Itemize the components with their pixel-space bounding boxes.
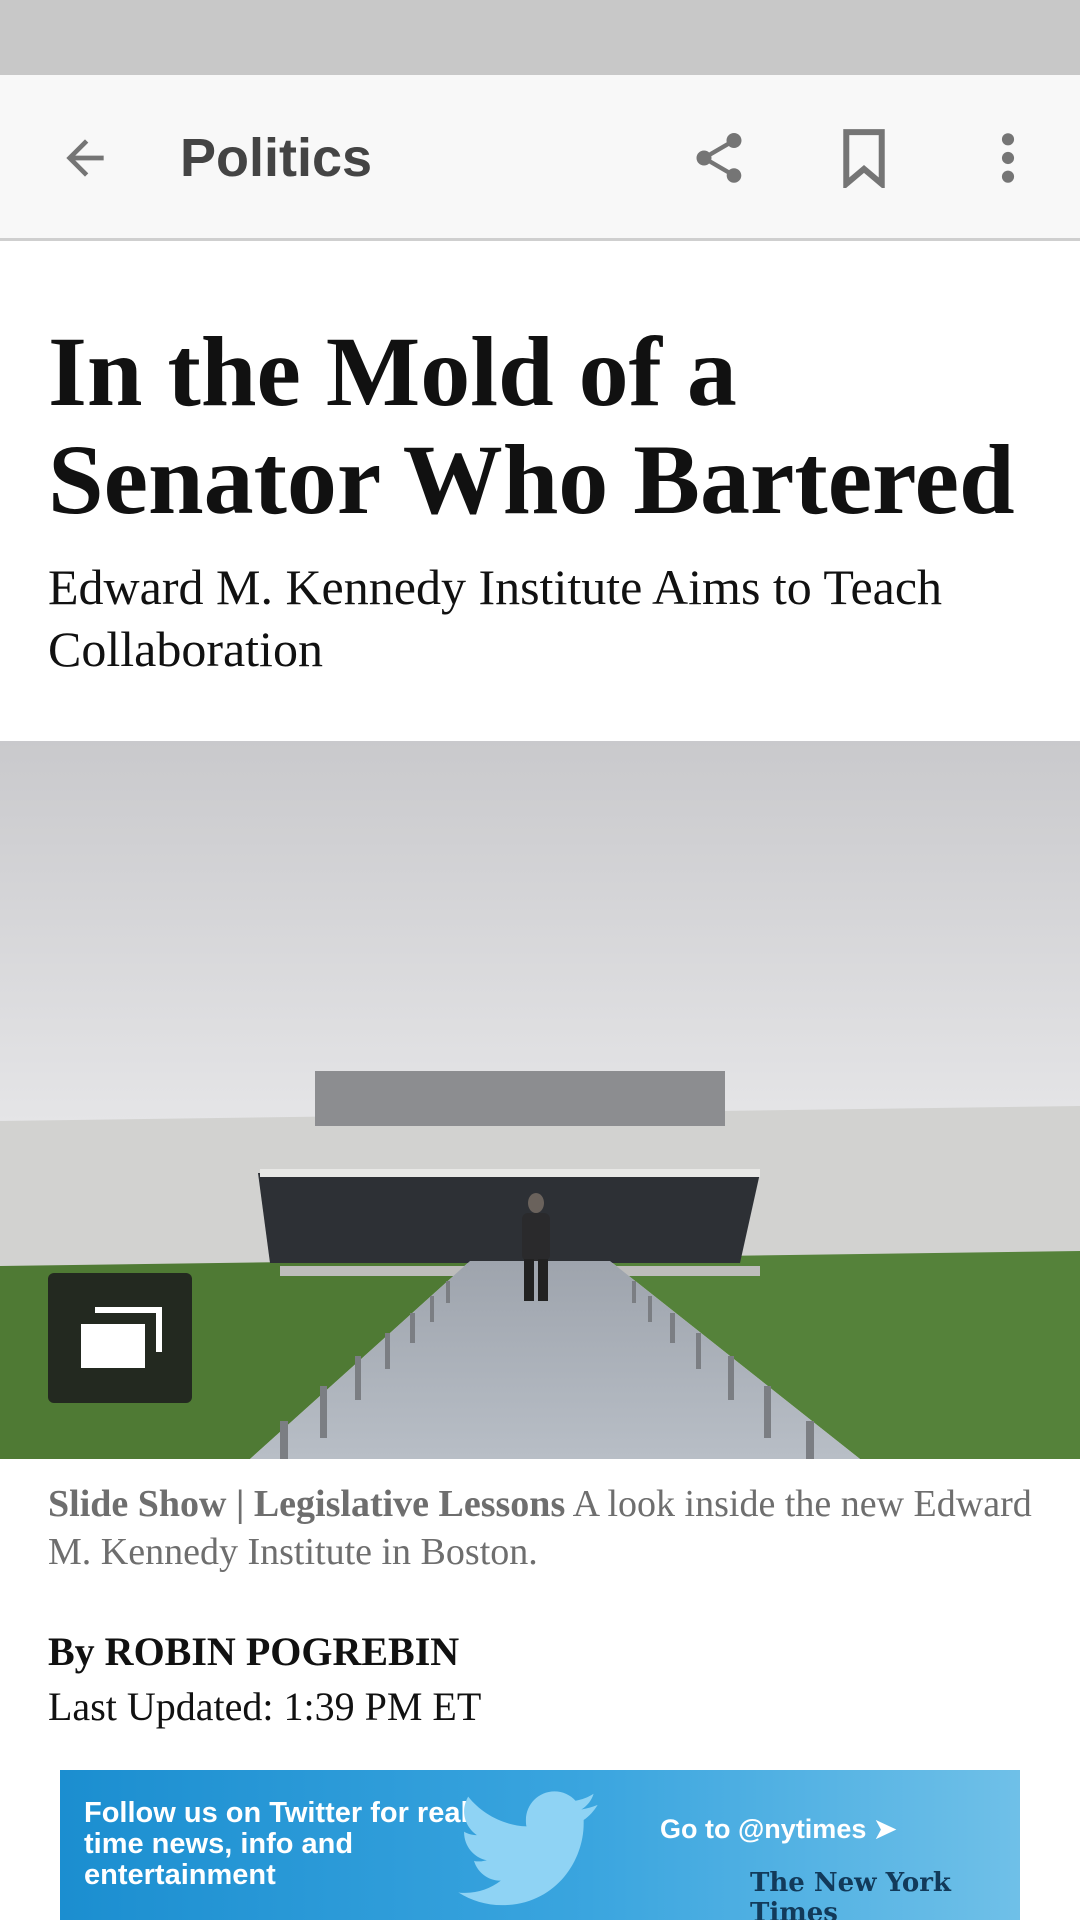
article-headline: In the Mold of a Senator Who Bartered [48,316,1015,535]
twitter-bird-icon [458,1791,598,1906]
twitter-ad-banner[interactable]: Follow us on Twitter for real-time news,… [60,1770,1020,1920]
caption-label[interactable]: Slide Show | Legislative Lessons [48,1483,565,1525]
more-options-button[interactable] [953,75,1063,241]
ad-text: Follow us on Twitter for real-time news,… [84,1797,479,1891]
share-button[interactable] [664,75,774,241]
nyt-logo: The New York Times [750,1868,951,1920]
byline: By ROBIN POGREBIN [48,1629,460,1674]
more-vert-icon [1001,133,1015,183]
bookmark-button[interactable] [809,75,919,241]
status-bar [0,0,1080,75]
article-subheadline: Edward M. Kennedy Institute Aims to Teac… [48,559,943,677]
app-bar: Politics [0,75,1080,241]
back-button[interactable] [30,75,140,241]
hero-image[interactable] [0,741,1080,1459]
slideshow-button[interactable] [48,1273,192,1403]
image-caption: Slide Show | Legislative Lessons A look … [48,1480,1048,1576]
bookmark-icon [843,129,885,188]
ad-cta[interactable]: Go to @nytimes ➤ [660,1814,896,1845]
slideshow-icon [81,1307,162,1368]
share-icon [696,133,742,183]
arrow-left-icon [66,139,104,177]
section-title: Politics [180,128,373,188]
last-updated: Last Updated: 1:39 PM ET [48,1684,482,1729]
